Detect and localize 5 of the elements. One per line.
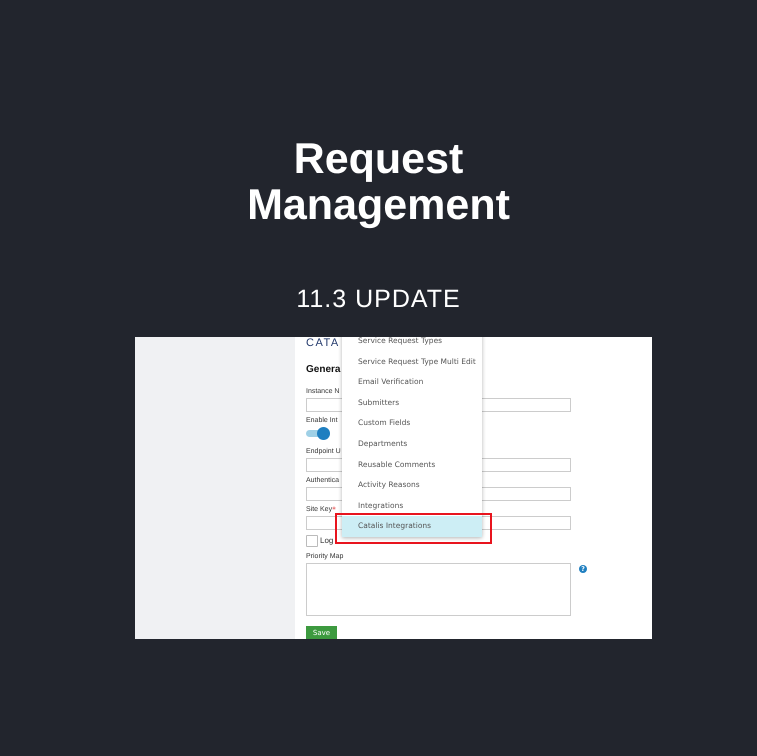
subtitle: 11.3 UPDATE: [296, 284, 461, 314]
field-label: Log: [320, 536, 334, 546]
logo-text: CATA: [306, 337, 340, 349]
section-heading: Genera: [306, 363, 340, 377]
title: Request Management: [246, 136, 511, 228]
